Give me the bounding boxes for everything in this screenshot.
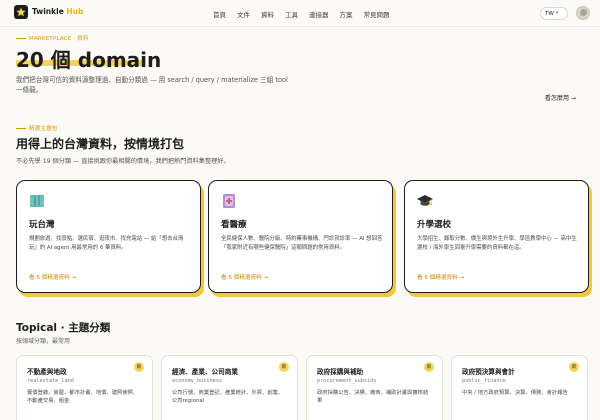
topic-code: economy_business	[172, 378, 222, 384]
hero-eyebrow: MARKETPLACE · 資料	[16, 34, 89, 42]
card-title: 看醫療	[221, 220, 247, 230]
new-badge: 新	[134, 362, 144, 372]
hero-description: 我們把台灣可信的資料源整理過、自動分類過 — 用 search / query …	[16, 76, 288, 94]
main-nav: 首頁 文件 資料 工具 連接器 方案 常見問題	[213, 9, 401, 19]
card-description: 大學招生、錄取分數、僑生與境外生升學、學區教學中心 — 高中生選校 / 海外學生…	[417, 236, 577, 251]
logo-star-icon[interactable]	[14, 5, 28, 19]
scenarios-eyebrow: 精選主題包	[16, 124, 58, 132]
language-selector[interactable]: TW ▾	[540, 7, 568, 20]
topic-card-procurement[interactable]: 政府採購與補助 新 procurement_subsidy 政府採購公告、決標、…	[306, 355, 443, 420]
card-description: 全民健保人數、醫院分級、特約藥事機構、門診就診率 — AI 想回答「我家附近有哪…	[221, 236, 383, 251]
medical-book-icon	[221, 193, 237, 209]
new-badge: 新	[279, 362, 289, 372]
topic-card-public-finance[interactable]: 政府預決算與會計 新 public_finance 中央 / 地方政府預算、決算…	[451, 355, 588, 420]
topic-title: 政府採購與補助	[317, 368, 364, 376]
chevron-down-icon: ▾	[555, 11, 559, 16]
topic-description: 政府採購公告、決標、廠商、補助計畫與審核結果	[317, 390, 429, 405]
scenario-card-travel[interactable]: 玩台灣 規劃旅遊、找景點、選民宿、逛夜市、找充電站 — 給「想去台灣玩」的 AI…	[16, 180, 201, 293]
nav-pricing[interactable]: 方案	[340, 9, 353, 19]
card-link[interactable]: 看 6 個精選資料 →	[221, 273, 268, 281]
topic-description: 中央 / 地方政府預算、決算、債務、會計報告	[462, 390, 568, 396]
new-badge: 新	[569, 362, 579, 372]
nav-docs[interactable]: 文件	[237, 9, 250, 19]
card-description: 規劃旅遊、找景點、選民宿、逛夜市、找充電站 — 給「想去台灣玩」的 AI age…	[29, 236, 184, 251]
card-link[interactable]: 看 6 個精選資料 →	[417, 273, 464, 281]
nav-data[interactable]: 資料	[261, 9, 274, 19]
hero-title-wrap: 20 個 domain	[16, 44, 161, 73]
nav-connectors[interactable]: 連接器	[309, 9, 329, 19]
new-badge: 新	[424, 362, 434, 372]
topic-code: procurement_subsidy	[317, 378, 377, 384]
graduation-cap-icon	[417, 193, 433, 209]
avatar[interactable]	[576, 6, 590, 20]
card-link[interactable]: 看 6 個精選資料 →	[29, 273, 76, 281]
topic-code: public_finance	[462, 378, 506, 384]
scenarios-title: 用得上的台灣資料，按情境打包	[16, 137, 185, 151]
card-title: 玩台灣	[29, 220, 55, 230]
topic-description: 實價登錄、房屋、都市計畫、地價、建照使照、不動產交易、租金	[27, 390, 139, 405]
topic-title: 政府預決算與會計	[462, 368, 515, 376]
scenario-card-medical[interactable]: 看醫療 全民健保人數、醫院分級、特約藥事機構、門診就診率 — AI 想回答「我家…	[208, 180, 393, 293]
language-label: TW	[545, 10, 554, 17]
topical-subtitle: 按領域分類，最常用	[16, 338, 71, 345]
top-header: Twinkle Hub 首頁 文件 資料 工具 連接器 方案 常見問題 TW ▾	[0, 0, 600, 27]
topic-card-economy[interactable]: 經濟、產業、公司商業 新 economy_business 公司行號、商業登記、…	[161, 355, 298, 420]
topic-title: 不動產與地政	[27, 368, 67, 376]
see-usage-link[interactable]: 看怎麼用 →	[545, 93, 576, 102]
nav-tools[interactable]: 工具	[285, 9, 298, 19]
brand-name[interactable]: Twinkle Hub	[32, 7, 83, 16]
topical-title: Topical · 主題分類	[16, 322, 111, 334]
topic-title: 經濟、產業、公司商業	[172, 368, 238, 376]
nav-home[interactable]: 首頁	[213, 9, 226, 19]
topic-code: realestate_land	[27, 378, 74, 384]
scenario-card-education[interactable]: 升學選校 大學招生、錄取分數、僑生與境外生升學、學區教學中心 — 高中生選校 /…	[404, 180, 589, 293]
scenarios-subtitle: 不必先學 19 個分類 — 直接挑跟你最相關的情境，我們把熱門資料集整理好。	[16, 158, 230, 165]
page-title: 20 個 domain	[16, 48, 162, 72]
topic-description: 公司行號、商業登記、產業統計、外貿、創業、公司regional	[172, 390, 284, 405]
topic-card-realestate[interactable]: 不動產與地政 新 realestate_land 實價登錄、房屋、都市計畫、地價…	[16, 355, 153, 420]
nav-faq[interactable]: 常見問題	[364, 9, 390, 19]
map-icon	[29, 193, 45, 209]
card-title: 升學選校	[417, 220, 452, 230]
